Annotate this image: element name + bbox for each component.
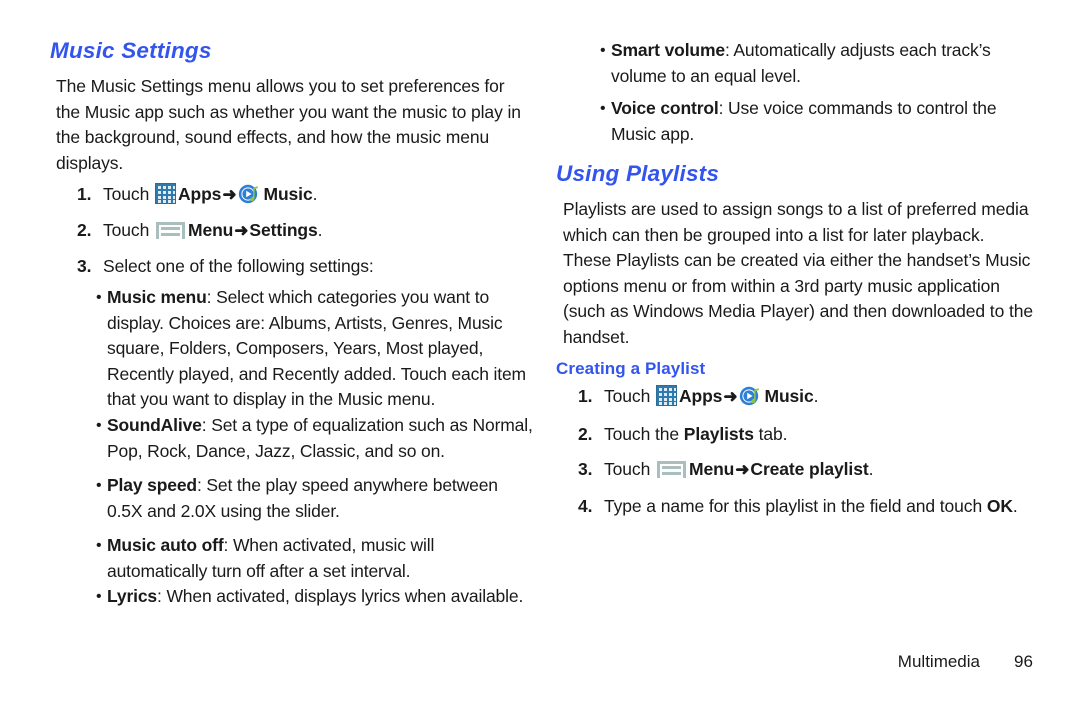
- step-item: 3. Select one of the following settings:: [77, 254, 527, 280]
- list-item-text: Music menu: Select which categories you …: [107, 285, 536, 413]
- arrow-icon: ➜: [222, 185, 237, 204]
- step-item: 2. Touch the Playlists tab.: [578, 422, 1028, 448]
- step-item: 3. Touch Menu➜Create playlist.: [578, 457, 1028, 483]
- list-item-text: SoundAlive: Set a type of equalization s…: [107, 413, 548, 464]
- menu-icon[interactable]: [155, 222, 185, 239]
- music-play-icon[interactable]: [739, 385, 762, 408]
- step-number: 1.: [578, 386, 593, 406]
- manual-page: Music Settings The Music Settings menu a…: [0, 0, 1080, 720]
- playlists-tab-label: Playlists: [683, 424, 754, 444]
- list-item: • Music auto off: When activated, music …: [96, 533, 471, 584]
- list-item-term: Voice control: [611, 98, 719, 118]
- step-post: tab.: [753, 424, 788, 444]
- step-pre-label: Touch: [604, 386, 655, 406]
- create-playlist-label: Create playlist: [750, 459, 869, 479]
- list-item-term: Smart volume: [611, 40, 725, 60]
- arrow-icon: ➜: [735, 460, 750, 479]
- page-title: Music Settings: [50, 38, 212, 63]
- music-label: Music: [263, 184, 313, 204]
- settings-label: Settings: [249, 220, 318, 240]
- step-text: Type a name for this playlist in the fie…: [604, 494, 1038, 520]
- list-item: • Lyrics: When activated, displays lyric…: [96, 584, 548, 610]
- bullet-icon: •: [96, 477, 102, 494]
- step-item: 1. Touch Apps➜ Music.: [578, 384, 1028, 410]
- step-text: Touch Menu➜Create playlist.: [604, 457, 1028, 483]
- bullet-icon: •: [600, 100, 606, 117]
- list-item-text: Music auto off: When activated, music wi…: [107, 533, 471, 584]
- footer-chapter-name: Multimedia: [897, 652, 980, 671]
- bullet-icon: •: [600, 42, 606, 59]
- list-item-text: Smart volume: Automatically adjusts each…: [611, 38, 1020, 89]
- step-pre-label: Touch: [604, 459, 655, 479]
- list-item-term: Lyrics: [107, 586, 158, 606]
- apps-label: Apps: [678, 386, 723, 406]
- step-text: Touch the Playlists tab.: [604, 422, 1028, 448]
- section-heading: Using Playlists: [556, 161, 720, 186]
- menu-label: Menu: [688, 459, 735, 479]
- music-label: Music: [764, 386, 814, 406]
- page-footer: Multimedia 96: [540, 652, 1040, 672]
- step-post: .: [317, 220, 323, 240]
- list-item-term: Music menu: [107, 287, 207, 307]
- bullet-icon: •: [96, 289, 102, 306]
- bullet-icon: •: [96, 417, 102, 434]
- list-item-text: Voice control: Use voice commands to con…: [611, 96, 1020, 147]
- left-column: Music Settings The Music Settings menu a…: [40, 0, 540, 720]
- step-number: 2.: [578, 424, 593, 444]
- step-text: Select one of the following settings:: [103, 256, 374, 276]
- step-post: .: [312, 184, 318, 204]
- step-post: .: [868, 459, 874, 479]
- list-item-desc: : When activated, displays lyrics when a…: [157, 586, 524, 606]
- step-pre-label: Touch: [103, 184, 154, 204]
- step-text: Touch Apps➜ Music.: [604, 384, 1028, 410]
- right-column: • Smart volume: Automatically adjusts ea…: [540, 0, 1040, 720]
- ok-label: OK: [986, 496, 1013, 516]
- apps-grid-icon[interactable]: [154, 183, 176, 204]
- footer-page-number: 96: [1014, 652, 1033, 671]
- playlists-intro-paragraph: Playlists are used to assign songs to a …: [563, 199, 1033, 347]
- step-post: .: [1012, 496, 1018, 516]
- step-text: Touch Menu➜Settings.: [103, 218, 527, 244]
- arrow-icon: ➜: [234, 221, 249, 240]
- bullet-icon: •: [96, 588, 102, 605]
- step-pre-label: Type a name for this playlist in the fie…: [604, 496, 987, 516]
- list-item-term: Play speed: [107, 475, 197, 495]
- step-number: 3.: [578, 459, 593, 479]
- step-number: 4.: [578, 496, 593, 516]
- list-item-term: Music auto off: [107, 535, 224, 555]
- menu-icon[interactable]: [656, 461, 686, 478]
- step-number: 3.: [77, 256, 92, 276]
- step-pre-label: Touch the: [604, 424, 684, 444]
- intro-paragraph: The Music Settings menu allows you to se…: [56, 76, 521, 173]
- music-play-icon[interactable]: [238, 183, 261, 206]
- step-item: 2. Touch Menu➜Settings.: [77, 218, 527, 244]
- list-item: • SoundAlive: Set a type of equalization…: [96, 413, 548, 464]
- step-number: 2.: [77, 220, 92, 240]
- step-item: 1. Touch Apps➜ Music.: [77, 182, 527, 208]
- apps-label: Apps: [177, 184, 222, 204]
- step-text: Touch Apps➜ Music.: [103, 182, 527, 208]
- menu-label: Menu: [187, 220, 234, 240]
- arrow-icon: ➜: [723, 387, 738, 406]
- step-pre-label: Touch: [103, 220, 154, 240]
- list-item-text: Play speed: Set the play speed anywhere …: [107, 473, 536, 524]
- bullet-icon: •: [96, 537, 102, 554]
- step-item: 4. Type a name for this playlist in the …: [578, 494, 1038, 520]
- list-item: • Play speed: Set the play speed anywher…: [96, 473, 536, 524]
- list-item: • Smart volume: Automatically adjusts ea…: [600, 38, 1020, 89]
- list-item: • Voice control: Use voice commands to c…: [600, 96, 1020, 147]
- list-item-text: Lyrics: When activated, displays lyrics …: [107, 584, 548, 610]
- list-item: • Music menu: Select which categories yo…: [96, 285, 536, 413]
- subsection-heading: Creating a Playlist: [556, 359, 706, 378]
- list-item-term: SoundAlive: [107, 415, 202, 435]
- step-post: .: [813, 386, 819, 406]
- step-number: 1.: [77, 184, 92, 204]
- apps-grid-icon[interactable]: [655, 385, 677, 406]
